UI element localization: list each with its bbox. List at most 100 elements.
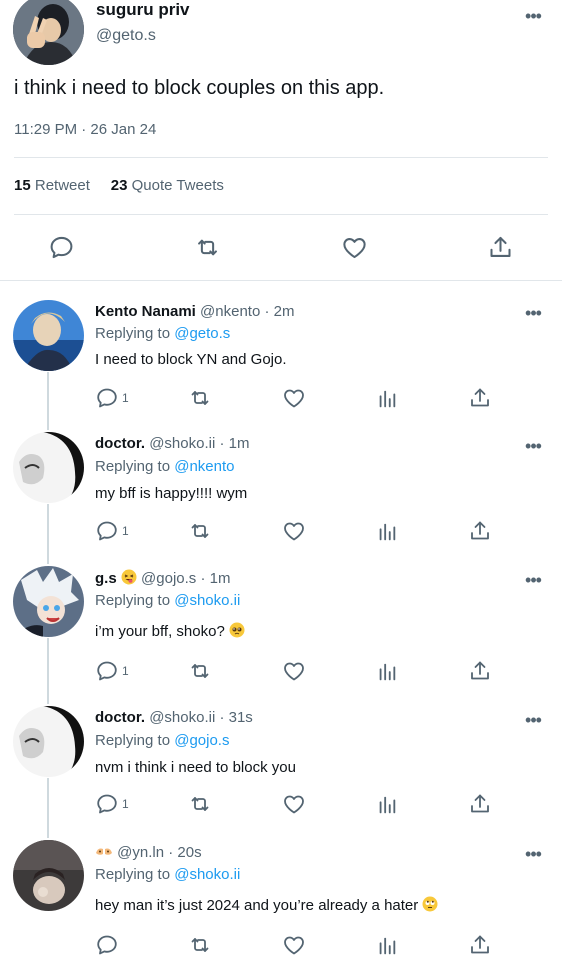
reply-icon[interactable] (48, 234, 75, 261)
reply-author-name[interactable]: doctor. (95, 435, 145, 452)
mention-link[interactable]: @shoko.ii (174, 592, 240, 609)
thread-line (47, 504, 49, 564)
mention-link[interactable]: @geto.s (174, 325, 230, 342)
retweet-icon[interactable] (188, 659, 212, 683)
author-name[interactable]: suguru priv (96, 0, 190, 20)
more-icon[interactable]: ••• (523, 304, 543, 322)
pleading-face-emoji-icon (229, 622, 245, 638)
more-icon[interactable]: ••• (523, 571, 543, 589)
like-icon[interactable] (341, 234, 368, 261)
analytics-icon[interactable] (376, 935, 398, 957)
more-icon[interactable]: ••• (523, 7, 543, 25)
reply-icon[interactable] (95, 792, 119, 816)
share-icon[interactable] (468, 792, 492, 816)
retweet-icon[interactable] (188, 519, 212, 543)
like-icon[interactable] (282, 792, 306, 816)
share-icon[interactable] (468, 386, 492, 410)
replying-label: Replying to (95, 866, 171, 883)
divider (14, 214, 548, 215)
like-icon[interactable] (282, 519, 306, 543)
eyes-in-hands-emoji-icon (96, 848, 112, 855)
replying-to: Replying to @geto.s (95, 324, 230, 344)
retweet-icon[interactable] (188, 933, 212, 957)
analytics-icon[interactable] (376, 661, 398, 683)
reply-author-meta[interactable]: @gojo.s · 1m (141, 570, 230, 587)
replying-label: Replying to (95, 325, 171, 342)
replying-to: Replying to @shoko.ii (95, 591, 240, 611)
thread-line (47, 638, 49, 704)
reply-avatar[interactable] (13, 432, 84, 503)
reply-header: doctor. @shoko.ii · 31s (95, 708, 253, 728)
share-icon[interactable] (468, 659, 492, 683)
tweet-timestamp[interactable]: 11:29 PM · 26 Jan 24 (14, 121, 156, 138)
reply-author-name[interactable]: g.s (95, 570, 117, 587)
reply-header: g.s @gojo.s · 1m (95, 569, 230, 589)
author-handle[interactable]: @geto.s (96, 26, 156, 46)
reply-avatar[interactable] (13, 840, 84, 911)
analytics-icon[interactable] (376, 388, 398, 410)
analytics-icon[interactable] (376, 521, 398, 543)
like-icon[interactable] (282, 933, 306, 957)
reply-author-meta[interactable]: @yn.ln · 20s (117, 844, 201, 861)
retweet-icon[interactable] (188, 792, 212, 816)
divider (14, 157, 548, 158)
reply-text: my bff is happy!!!! wym (95, 485, 248, 502)
reply-author-meta[interactable]: @shoko.ii · 31s (149, 709, 253, 726)
tongue-out-emoji-icon (121, 569, 137, 585)
retweet-icon[interactable] (194, 234, 221, 261)
more-icon[interactable]: ••• (523, 711, 543, 729)
reply-avatar[interactable] (13, 566, 84, 637)
reply-author-name[interactable]: doctor. (95, 709, 145, 726)
mention-link[interactable]: @gojo.s (174, 732, 229, 749)
reply-header: doctor. @shoko.ii · 1m (95, 434, 249, 454)
like-icon[interactable] (282, 659, 306, 683)
engagement-stats: 15 Retweet 23 Quote Tweets (14, 177, 224, 194)
divider (0, 280, 562, 281)
reply-text: i’m your bff, shoko? (95, 623, 225, 640)
reply-header: @yn.ln · 20s (95, 843, 202, 863)
more-icon[interactable]: ••• (523, 437, 543, 455)
analytics-icon[interactable] (376, 794, 398, 816)
reply-count: 1 (122, 664, 129, 678)
replying-to: Replying to @gojo.s (95, 731, 229, 751)
retweet-label[interactable]: Retweet (35, 177, 90, 194)
like-icon[interactable] (282, 386, 306, 410)
reply-icon[interactable] (95, 386, 119, 410)
reply-text: hey man it’s just 2024 and you’re alread… (95, 897, 419, 914)
reply-icon[interactable] (95, 659, 119, 683)
author-avatar[interactable] (13, 0, 84, 65)
replying-label: Replying to (95, 458, 171, 475)
reply-text-row: hey man it’s just 2024 and you’re alread… (95, 896, 438, 916)
mention-link[interactable]: @shoko.ii (174, 866, 240, 883)
tweet-text: i think i need to block couples on this … (14, 77, 385, 99)
thread-line (47, 778, 49, 838)
retweet-count[interactable]: 15 (14, 177, 31, 194)
reply-text: I need to block YN and Gojo. (95, 351, 287, 368)
reply-text: nvm i think i need to block you (95, 759, 296, 776)
rolling-eyes-emoji-icon (422, 896, 438, 912)
replying-to: Replying to @shoko.ii (95, 865, 240, 885)
retweet-icon[interactable] (188, 386, 212, 410)
reply-header: Kento Nanami @nkento · 2m (95, 302, 294, 322)
reply-count: 1 (122, 524, 129, 538)
share-icon[interactable] (468, 933, 492, 957)
reply-icon[interactable] (95, 933, 119, 957)
reply-avatar[interactable] (13, 706, 84, 777)
reply-author-meta[interactable]: @shoko.ii · 1m (149, 435, 249, 452)
thread-line (47, 372, 49, 430)
quote-count[interactable]: 23 (111, 177, 128, 194)
reply-icon[interactable] (95, 519, 119, 543)
reply-count: 1 (122, 797, 129, 811)
reply-count: 1 (122, 391, 129, 405)
share-icon[interactable] (468, 519, 492, 543)
reply-author-name[interactable]: Kento Nanami (95, 303, 196, 320)
reply-text-row: i’m your bff, shoko? (95, 622, 245, 642)
reply-author-meta[interactable]: @nkento · 2m (200, 303, 294, 320)
quote-label[interactable]: Quote Tweets (132, 177, 224, 194)
share-icon[interactable] (487, 234, 514, 261)
replying-label: Replying to (95, 592, 171, 609)
reply-avatar[interactable] (13, 300, 84, 371)
more-icon[interactable]: ••• (523, 845, 543, 863)
mention-link[interactable]: @nkento (174, 458, 234, 475)
replying-to: Replying to @nkento (95, 457, 234, 477)
